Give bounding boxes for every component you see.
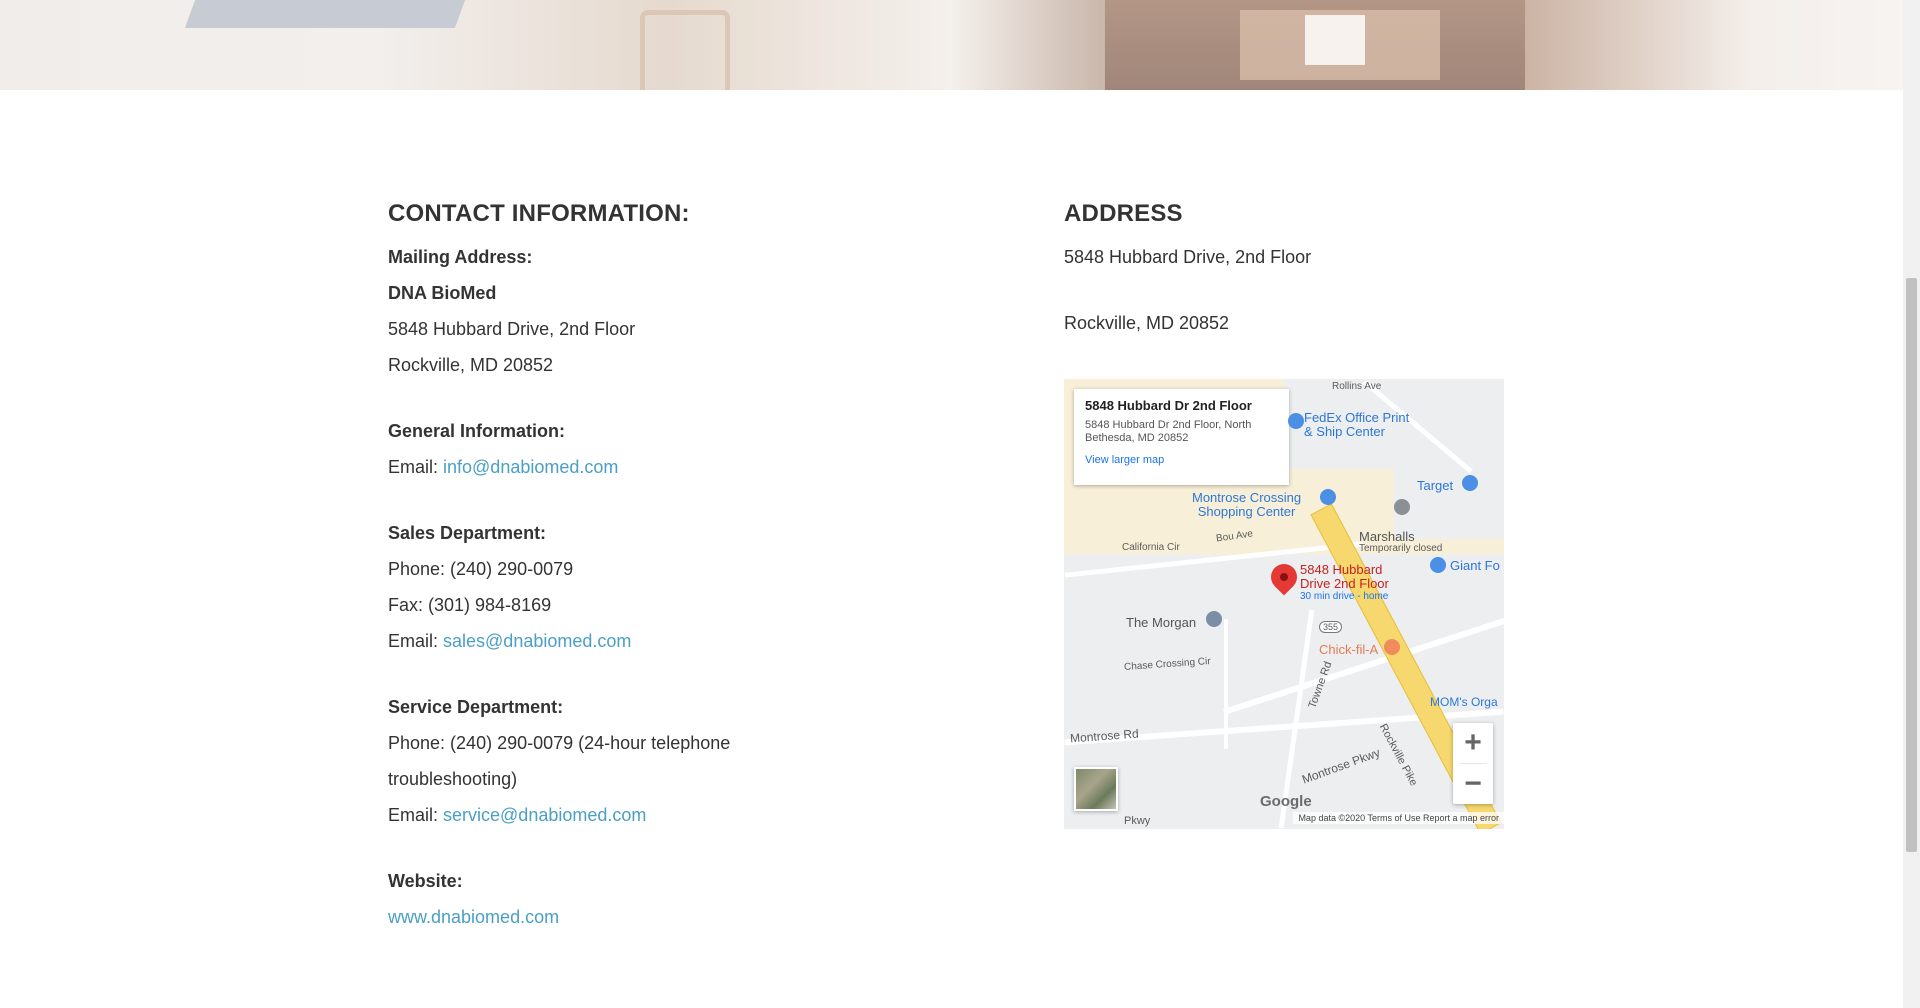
shopping-poi-icon[interactable] <box>1320 489 1336 505</box>
map-footer-text[interactable]: Map data ©2020 Terms of Use Report a map… <box>1293 812 1504 824</box>
zoom-out-button[interactable]: − <box>1453 764 1493 804</box>
map-label-the-morgan[interactable]: The Morgan <box>1126 615 1196 630</box>
map-info-window: 5848 Hubbard Dr 2nd Floor 5848 Hubbard D… <box>1074 389 1289 485</box>
giant-poi-icon[interactable] <box>1430 557 1446 573</box>
mailing-label: Mailing Address: <box>388 247 533 267</box>
address-line-2: Rockville, MD 20852 <box>1064 313 1230 333</box>
map-label-california-cir: California Cir <box>1122 542 1180 553</box>
mailing-city: Rockville, MD 20852 <box>388 355 554 375</box>
website-label: Website: <box>388 871 463 891</box>
sales-fax: Fax: (301) 984-8169 <box>388 595 552 615</box>
map-label-moms[interactable]: MOM's Orga <box>1430 695 1498 709</box>
contact-heading: CONTACT INFORMATION: <box>388 200 690 227</box>
zoom-in-button[interactable]: + <box>1453 723 1493 763</box>
sales-label: Sales Department: <box>388 523 547 543</box>
map-label-giant[interactable]: Giant Fo <box>1450 559 1500 573</box>
address-line-1: 5848 Hubbard Drive, 2nd Floor <box>1064 247 1312 267</box>
sales-phone: Phone: (240) 290-0079 <box>388 559 574 579</box>
service-phone: Phone: (240) 290-0079 (24-hour telephone <box>388 733 731 753</box>
contact-section: CONTACT INFORMATION: Mailing Address: DN… <box>388 198 908 935</box>
email-prefix: Email: <box>388 457 444 477</box>
satellite-toggle-button[interactable] <box>1074 767 1118 811</box>
map-label-marshalls[interactable]: Marshalls <box>1359 529 1415 544</box>
map-pin-sub: 30 min drive - home <box>1300 591 1389 602</box>
page-scrollbar[interactable] <box>1903 0 1920 1008</box>
morgan-poi-icon[interactable] <box>1206 611 1222 627</box>
view-larger-map-link[interactable]: View larger map <box>1085 454 1278 466</box>
company-name: DNA BioMed <box>388 283 497 303</box>
map-label-chickfila[interactable]: Chick-fil-A <box>1319 643 1378 657</box>
scrollbar-thumb[interactable] <box>1906 278 1917 852</box>
mailing-street: 5848 Hubbard Drive, 2nd Floor <box>388 319 636 339</box>
email-prefix: Email: <box>388 805 444 825</box>
embedded-map[interactable]: 5848 Hubbard Dr 2nd Floor 5848 Hubbard D… <box>1064 379 1504 829</box>
map-zoom-control: + − <box>1453 723 1493 804</box>
restaurant-poi-icon[interactable] <box>1384 639 1400 655</box>
fedex-poi-icon[interactable] <box>1288 413 1304 429</box>
service-email-line: Email: service@dnabiomed.com <box>388 797 908 833</box>
sales-email-line: Email: sales@dnabiomed.com <box>388 623 908 659</box>
target-poi-icon[interactable] <box>1462 475 1478 491</box>
map-label-rollins: Rollins Ave <box>1332 381 1382 392</box>
general-label: General Information: <box>388 421 566 441</box>
general-email-link[interactable]: info@dnabiomed.com <box>443 457 618 477</box>
address-heading: ADDRESS <box>1064 200 1183 227</box>
hero-image <box>0 0 1903 90</box>
website-link[interactable]: www.dnabiomed.com <box>388 907 559 927</box>
general-email-line: Email: info@dnabiomed.com <box>388 449 908 485</box>
service-email-link[interactable]: service@dnabiomed.com <box>443 805 646 825</box>
service-label: Service Department: <box>388 697 564 717</box>
service-phone-note: troubleshooting) <box>388 769 518 789</box>
map-pin-label[interactable]: 5848 Hubbard Drive 2nd Floor <box>1300 563 1389 591</box>
map-label-marshalls-sub: Temporarily closed <box>1359 543 1443 554</box>
sales-email-link[interactable]: sales@dnabiomed.com <box>443 631 631 651</box>
marshalls-poi-icon[interactable] <box>1394 499 1410 515</box>
route-355-shield: 355 <box>1319 621 1343 633</box>
map-info-address: 5848 Hubbard Dr 2nd Floor, North Bethesd… <box>1085 419 1252 444</box>
google-logo: Google <box>1260 793 1312 810</box>
email-prefix: Email: <box>388 631 444 651</box>
website-line: www.dnabiomed.com <box>388 899 908 935</box>
map-label-target[interactable]: Target <box>1417 479 1453 493</box>
map-label-bou-ave: Bou Ave <box>1215 528 1254 545</box>
address-section: ADDRESS 5848 Hubbard Drive, 2nd Floor Ro… <box>1064 198 1544 341</box>
map-label-montrose-crossing[interactable]: Montrose Crossing Shopping Center <box>1192 491 1301 519</box>
map-info-title: 5848 Hubbard Dr 2nd Floor <box>1085 398 1252 413</box>
map-label-fedex[interactable]: FedEx Office Print & Ship Center <box>1304 411 1409 439</box>
map-footer: Map data ©2020 Terms of Use Report a map… <box>1064 812 1504 829</box>
